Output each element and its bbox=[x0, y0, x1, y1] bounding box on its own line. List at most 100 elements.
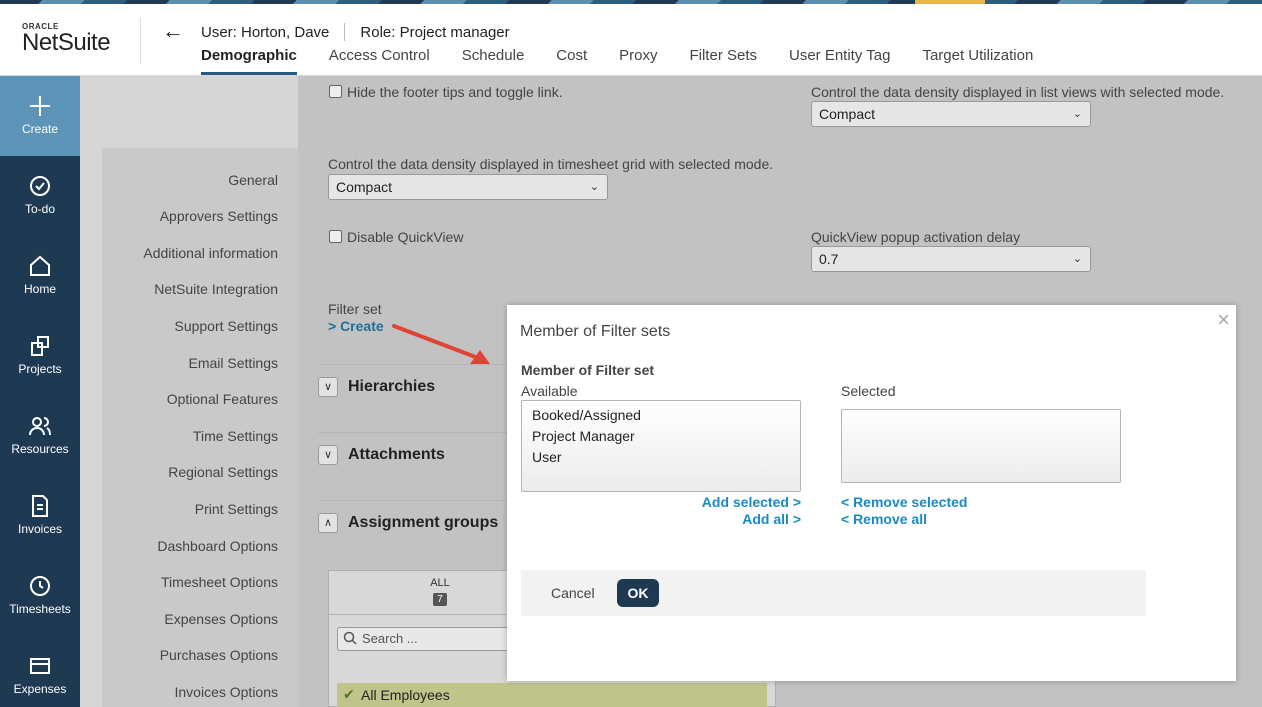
sidenav-timesheet-options[interactable]: Timesheet Options bbox=[161, 574, 278, 590]
back-arrow-icon[interactable]: ← bbox=[162, 20, 184, 42]
tab-cost[interactable]: Cost bbox=[556, 47, 587, 75]
rail-invoices-label: Invoices bbox=[17, 522, 63, 536]
tab-schedule[interactable]: Schedule bbox=[462, 47, 525, 75]
checkmark-icon: ✔ bbox=[343, 686, 355, 702]
all-employees-label: All Employees bbox=[361, 687, 450, 703]
sidenav-approvers-settings[interactable]: Approvers Settings bbox=[160, 208, 278, 224]
group-search-placeholder: Search ... bbox=[362, 631, 418, 646]
chevron-down-icon: ⌄ bbox=[1072, 253, 1082, 265]
hide-footer-label: Hide the footer tips and toggle link. bbox=[347, 84, 563, 100]
rail-projects-label: Projects bbox=[18, 362, 62, 376]
quickview-delay-label: QuickView popup activation delay bbox=[811, 229, 1021, 245]
chevron-down-icon: ⌄ bbox=[1072, 108, 1082, 120]
cancel-button[interactable]: Cancel bbox=[551, 585, 595, 601]
remove-all-link[interactable]: < Remove all bbox=[841, 511, 927, 527]
tab-filter-sets[interactable]: Filter Sets bbox=[689, 47, 757, 75]
sidenav-netsuite-integration[interactable]: NetSuite Integration bbox=[154, 281, 278, 297]
available-option[interactable]: Booked/Assigned bbox=[522, 405, 800, 426]
rail-create-label: Create bbox=[21, 122, 59, 136]
sidenav-regional-settings[interactable]: Regional Settings bbox=[168, 464, 278, 480]
card-icon bbox=[30, 658, 50, 674]
clock-icon bbox=[30, 576, 50, 596]
settings-sidenav: General Approvers Settings Additional in… bbox=[102, 148, 298, 707]
timesheet-density-value: Compact bbox=[336, 179, 393, 195]
header: ORACLE NetSuite ← User: Horton, Dave Rol… bbox=[0, 4, 1262, 76]
expand-icon[interactable]: ∨ bbox=[318, 377, 338, 397]
filter-sets-modal: × Member of Filter sets Member of Filter… bbox=[507, 305, 1236, 681]
modal-subtitle: Member of Filter set bbox=[521, 362, 655, 378]
rail-timesheets[interactable]: Timesheets bbox=[0, 556, 80, 636]
rail-invoices[interactable]: Invoices bbox=[0, 476, 80, 556]
timesheet-density-label: Control the data density displayed in ti… bbox=[328, 156, 774, 172]
user-role-line: User: Horton, Dave Role: Project manager bbox=[201, 23, 510, 41]
sidenav-time-settings[interactable]: Time Settings bbox=[193, 428, 278, 444]
user-name: User: Horton, Dave bbox=[201, 23, 330, 41]
sidenav-purchases-options[interactable]: Purchases Options bbox=[160, 647, 278, 663]
tab-bar: Demographic Access Control Schedule Cost… bbox=[201, 47, 1065, 75]
tab-proxy[interactable]: Proxy bbox=[619, 47, 657, 75]
rail-create[interactable]: Create bbox=[0, 76, 80, 156]
all-count-badge: 7 bbox=[433, 593, 447, 606]
document-icon bbox=[32, 495, 48, 517]
user-role-divider bbox=[344, 23, 346, 41]
section-hierarchies-title: Hierarchies bbox=[348, 378, 436, 395]
ok-button[interactable]: OK bbox=[617, 579, 659, 607]
users-icon bbox=[29, 417, 51, 436]
sidenav-email-settings[interactable]: Email Settings bbox=[189, 355, 278, 371]
sidenav-additional-information[interactable]: Additional information bbox=[143, 245, 278, 261]
filter-set-label: Filter set bbox=[328, 301, 382, 317]
tab-target-utilization[interactable]: Target Utilization bbox=[922, 47, 1033, 75]
sidenav-print-settings[interactable]: Print Settings bbox=[195, 501, 278, 517]
tab-user-entity-tag[interactable]: User Entity Tag bbox=[789, 47, 890, 75]
rail-expenses[interactable]: Expenses bbox=[0, 636, 80, 707]
disable-quickview-label: Disable QuickView bbox=[347, 229, 464, 245]
timesheet-density-select[interactable]: Compact ⌄ bbox=[328, 174, 608, 200]
quickview-delay-select[interactable]: 0.7 ⌄ bbox=[811, 246, 1091, 272]
netsuite-logo[interactable]: ORACLE NetSuite bbox=[22, 22, 122, 55]
sidenav-invoices-options[interactable]: Invoices Options bbox=[175, 684, 279, 700]
all-employees-row[interactable]: ✔ All Employees bbox=[337, 683, 767, 707]
remove-selected-link[interactable]: < Remove selected bbox=[841, 494, 967, 510]
available-option[interactable]: Project Manager bbox=[522, 426, 800, 447]
logo-netsuite: NetSuite bbox=[22, 29, 111, 56]
red-arrow-annotation-icon bbox=[392, 324, 490, 364]
sidenav-dashboard-options[interactable]: Dashboard Options bbox=[157, 538, 278, 554]
rail-home-label: Home bbox=[23, 282, 56, 296]
add-selected-link[interactable]: Add selected > bbox=[702, 494, 801, 510]
selected-listbox[interactable] bbox=[841, 409, 1121, 483]
rail-home[interactable]: Home bbox=[0, 236, 80, 316]
rail-expenses-label: Expenses bbox=[13, 682, 67, 696]
rail-todo-label: To-do bbox=[24, 202, 56, 216]
hide-footer-checkbox[interactable] bbox=[329, 85, 342, 98]
sidenav-general[interactable]: General bbox=[228, 172, 278, 188]
sidenav-support-settings[interactable]: Support Settings bbox=[174, 318, 278, 334]
close-icon[interactable]: × bbox=[1217, 307, 1230, 333]
collapse-icon[interactable]: ∧ bbox=[318, 513, 338, 533]
rail-resources[interactable]: Resources bbox=[0, 396, 80, 476]
search-icon bbox=[343, 631, 357, 645]
sidenav-expenses-options[interactable]: Expenses Options bbox=[164, 611, 278, 627]
filter-set-create-link[interactable]: > Create bbox=[328, 318, 384, 334]
disable-quickview-checkbox[interactable] bbox=[329, 230, 342, 243]
expand-icon[interactable]: ∨ bbox=[318, 445, 338, 465]
list-density-select[interactable]: Compact ⌄ bbox=[811, 101, 1091, 127]
selected-label: Selected bbox=[841, 383, 896, 399]
modal-title: Member of Filter sets bbox=[520, 323, 671, 340]
rail-todo[interactable]: To-do bbox=[0, 156, 80, 236]
tab-access-control[interactable]: Access Control bbox=[329, 47, 430, 75]
sidenav-optional-features[interactable]: Optional Features bbox=[167, 391, 278, 407]
available-listbox[interactable]: Booked/Assigned Project Manager User bbox=[521, 400, 801, 492]
available-label: Available bbox=[521, 383, 578, 399]
section-assignment-groups-title: Assignment groups bbox=[348, 514, 499, 531]
tab-demographic[interactable]: Demographic bbox=[201, 47, 297, 75]
rail-projects[interactable]: Projects bbox=[0, 316, 80, 396]
plus-icon bbox=[30, 96, 50, 116]
check-circle-icon bbox=[30, 176, 50, 196]
available-option[interactable]: User bbox=[522, 447, 800, 468]
user-role: Role: Project manager bbox=[360, 23, 510, 41]
list-density-label: Control the data density displayed in li… bbox=[811, 84, 1225, 100]
list-density-value: Compact bbox=[819, 106, 876, 122]
section-attachments-title: Attachments bbox=[348, 446, 445, 463]
add-all-link[interactable]: Add all > bbox=[742, 511, 801, 527]
left-rail: Create To-do Home Projects Resources Inv… bbox=[0, 76, 80, 707]
